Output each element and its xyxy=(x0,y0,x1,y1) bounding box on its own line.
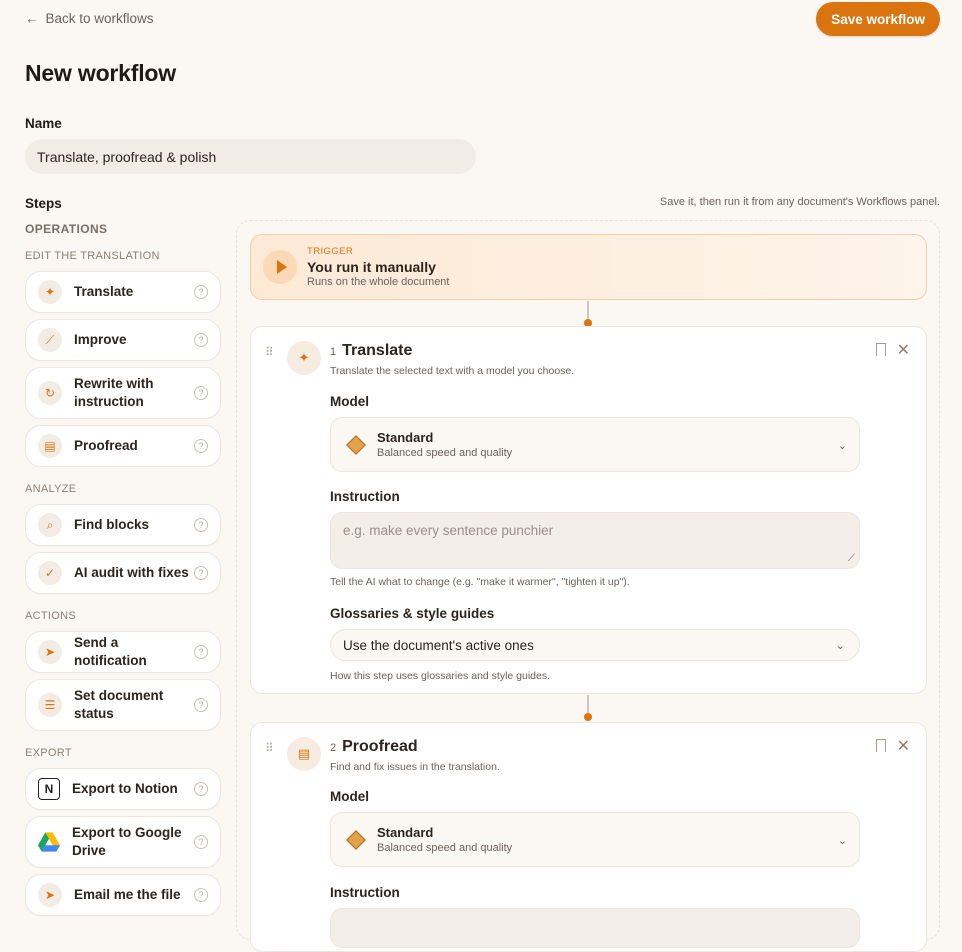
step-number: 1 xyxy=(330,346,337,358)
group-title-export: EXPORT xyxy=(25,747,72,759)
sparkle-icon: ✦ xyxy=(287,341,321,375)
help-icon[interactable]: ? xyxy=(194,566,208,580)
group-title-actions: ACTIONS xyxy=(25,610,76,622)
op-translate[interactable]: ✦ Translate ? xyxy=(25,271,221,313)
help-icon[interactable]: ? xyxy=(194,888,208,902)
play-icon xyxy=(263,250,297,284)
sparkle-icon: ✦ xyxy=(38,280,62,304)
op-rewrite[interactable]: ↻ Rewrite with instruction ? xyxy=(25,367,221,419)
group-title-edit: EDIT THE TRANSLATION xyxy=(25,250,160,262)
chevron-down-icon: ⌄ xyxy=(837,439,847,452)
close-icon[interactable]: ✕ xyxy=(897,736,910,756)
help-icon[interactable]: ? xyxy=(194,835,208,849)
glossary-help: How this step uses glossaries and style … xyxy=(330,670,551,682)
connector xyxy=(584,695,592,721)
paper-plane-icon: ➤ xyxy=(38,640,62,664)
op-improve[interactable]: ⟋ Improve ? xyxy=(25,319,221,361)
resize-handle-icon[interactable]: ⟋ xyxy=(848,553,855,564)
instruction-textarea[interactable]: e.g. make every sentence punchier ⟋ xyxy=(330,512,860,569)
workflow-canvas: TRIGGER You run it manually Runs on the … xyxy=(236,220,940,952)
op-send-notification[interactable]: ➤ Send a notification ? xyxy=(25,631,221,673)
op-export-notion[interactable]: N Export to Notion ? xyxy=(25,768,221,810)
model-select[interactable]: Standard Balanced speed and quality ⌄ xyxy=(330,812,860,867)
drag-handle-icon[interactable]: ⠿ xyxy=(265,741,274,755)
arrow-left-icon: ← xyxy=(25,11,39,26)
model-label: Model xyxy=(330,789,369,804)
help-icon[interactable]: ? xyxy=(194,333,208,347)
group-title-analyze: ANALYZE xyxy=(25,483,77,495)
step-title: Proofread xyxy=(342,738,418,755)
connector-dot xyxy=(584,713,592,721)
check-badge-icon: ✓ xyxy=(38,561,62,585)
help-icon[interactable]: ? xyxy=(194,439,208,453)
glossary-label: Glossaries & style guides xyxy=(330,606,495,621)
help-icon[interactable]: ? xyxy=(194,285,208,299)
help-icon[interactable]: ? xyxy=(194,518,208,532)
instruction-label: Instruction xyxy=(330,885,400,900)
close-icon[interactable]: ✕ xyxy=(897,340,910,360)
model-label: Model xyxy=(330,394,369,409)
step-description: Translate the selected text with a model… xyxy=(330,365,575,377)
step-card-translate: ⠿ ✦ 1 Translate Translate the selected t… xyxy=(250,326,927,694)
step-description: Find and fix issues in the translation. xyxy=(330,761,500,773)
trigger-tag: TRIGGER xyxy=(307,246,354,257)
bookmark-icon[interactable] xyxy=(876,343,886,356)
model-diamond-icon xyxy=(346,829,366,850)
refresh-icon: ↻ xyxy=(38,381,62,405)
trigger-title: You run it manually xyxy=(307,259,436,275)
step-title: Translate xyxy=(342,342,413,359)
steps-hint: Save it, then run it from any document's… xyxy=(659,196,940,208)
op-find-blocks[interactable]: ⌕ Find blocks ? xyxy=(25,504,221,546)
chevron-down-icon: ⌄ xyxy=(835,640,845,652)
google-drive-icon xyxy=(38,832,60,852)
operations-sidebar: OPERATIONS EDIT THE TRANSLATION ✦ Transl… xyxy=(25,222,221,916)
instruction-help: Tell the AI what to change (e.g. "make i… xyxy=(330,576,630,588)
glossary-select[interactable]: Use the document's active ones ⌄ xyxy=(330,629,860,661)
instruction-label: Instruction xyxy=(330,489,400,504)
op-proofread[interactable]: ▤ Proofread ? xyxy=(25,425,221,467)
instruction-textarea[interactable] xyxy=(330,908,860,948)
connector xyxy=(584,301,592,327)
op-email-file[interactable]: ➤ Email me the file ? xyxy=(25,874,221,916)
step-card-proofread: ⠿ ▤ 2 Proofread Find and fix issues in t… xyxy=(250,722,927,952)
model-select[interactable]: Standard Balanced speed and quality ⌄ xyxy=(330,417,860,472)
op-set-status[interactable]: ☰ Set document status ? xyxy=(25,679,221,731)
op-export-google-drive[interactable]: Export to Google Drive ? xyxy=(25,816,221,868)
steps-label: Steps xyxy=(25,196,62,211)
op-ai-audit[interactable]: ✓ AI audit with fixes ? xyxy=(25,552,221,594)
magic-wand-icon: ⟋ xyxy=(38,328,62,352)
list-status-icon: ☰ xyxy=(38,693,62,717)
drag-handle-icon[interactable]: ⠿ xyxy=(265,345,274,359)
save-workflow-button[interactable]: Save workflow xyxy=(816,2,940,36)
name-label: Name xyxy=(25,116,62,131)
bookmark-icon[interactable] xyxy=(876,739,886,752)
paper-plane-icon: ➤ xyxy=(38,883,62,907)
help-icon[interactable]: ? xyxy=(194,698,208,712)
notion-logo-icon: N xyxy=(38,778,60,800)
help-icon[interactable]: ? xyxy=(194,782,208,796)
model-diamond-icon xyxy=(346,434,366,455)
search-icon: ⌕ xyxy=(38,513,62,537)
back-to-workflows-link[interactable]: ← Back to workflows xyxy=(25,11,154,26)
chevron-down-icon: ⌄ xyxy=(837,834,847,847)
document-check-icon: ▤ xyxy=(287,737,321,771)
trigger-card[interactable]: TRIGGER You run it manually Runs on the … xyxy=(250,234,927,300)
help-icon[interactable]: ? xyxy=(194,386,208,400)
document-check-icon: ▤ xyxy=(38,434,62,458)
step-number: 2 xyxy=(330,742,337,754)
help-icon[interactable]: ? xyxy=(194,645,208,659)
operations-title: OPERATIONS xyxy=(25,222,108,236)
trigger-subtitle: Runs on the whole document xyxy=(307,276,450,288)
page-title: New workflow xyxy=(25,60,176,86)
workflow-name-input[interactable]: Translate, proofread & polish xyxy=(25,139,476,174)
